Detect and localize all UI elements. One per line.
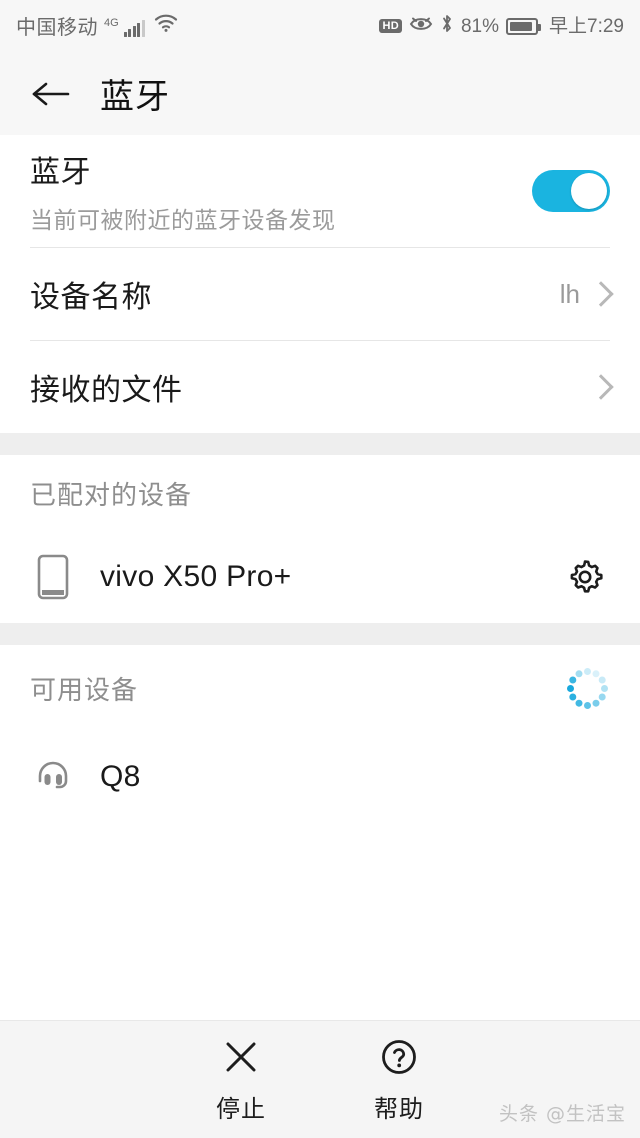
chevron-right-icon — [588, 374, 613, 399]
status-bar-right: HD 81% 早上7:29 — [379, 13, 624, 39]
gear-icon[interactable] — [560, 552, 610, 602]
paired-devices-title: 已配对的设备 — [30, 475, 610, 512]
battery-percent-label: 81% — [461, 17, 499, 36]
headset-icon — [30, 755, 76, 799]
signal-bars-icon — [124, 20, 145, 37]
page-title: 蓝牙 — [100, 69, 170, 118]
back-arrow-icon[interactable] — [30, 74, 70, 114]
paired-device-name: vivo X50 Pro+ — [100, 560, 536, 594]
bluetooth-toggle-row[interactable]: 蓝牙 当前可被附近的蓝牙设备发现 — [0, 135, 640, 247]
question-circle-icon — [378, 1035, 420, 1079]
stop-button[interactable]: 停止 — [216, 1035, 266, 1124]
clock-label: 早上7:29 — [549, 17, 624, 36]
received-files-label-wrap: 接收的文件 — [30, 365, 592, 409]
available-device-name: Q8 — [100, 760, 610, 794]
wifi-icon — [154, 14, 178, 37]
watermark-label: 头条 @生活宝 — [499, 1099, 626, 1126]
hd-badge-icon: HD — [379, 19, 402, 33]
eye-comfort-icon — [409, 15, 433, 38]
battery-icon — [506, 18, 538, 35]
loading-spinner-icon — [564, 665, 610, 711]
device-name-label: 设备名称 — [30, 272, 560, 316]
content-filler — [0, 823, 640, 1020]
paired-device-row[interactable]: vivo X50 Pro+ — [0, 531, 640, 623]
status-bar: 中国移动 4G HD — [0, 0, 640, 52]
bottom-action-bar: 停止 帮助 头条 @生活宝 — [0, 1020, 640, 1138]
available-device-row[interactable]: Q8 — [0, 731, 640, 823]
carrier-label: 中国移动 — [16, 18, 98, 38]
network-type-label: 4G — [104, 18, 119, 29]
section-gap — [0, 623, 640, 645]
phone-icon — [30, 553, 76, 601]
available-devices-title: 可用设备 — [30, 670, 564, 707]
toggle-knob — [571, 173, 607, 209]
help-button[interactable]: 帮助 — [374, 1035, 424, 1124]
settings-content: 蓝牙 当前可被附近的蓝牙设备发现 设备名称 lh 接收的文件 — [0, 135, 640, 1020]
device-name-value: lh — [560, 279, 580, 310]
section-gap — [0, 433, 640, 455]
available-devices-section-header: 可用设备 — [0, 645, 640, 731]
bluetooth-settings-screen: 中国移动 4G HD — [0, 0, 640, 1138]
close-x-icon — [220, 1035, 262, 1079]
bluetooth-toggle-text: 蓝牙 当前可被附近的蓝牙设备发现 — [30, 147, 532, 235]
received-files-row[interactable]: 接收的文件 — [0, 341, 640, 433]
device-name-label-wrap: 设备名称 — [30, 272, 560, 316]
help-button-label: 帮助 — [374, 1089, 424, 1124]
bluetooth-toggle-subtitle: 当前可被附近的蓝牙设备发现 — [30, 201, 532, 235]
title-bar: 蓝牙 — [0, 52, 640, 135]
device-name-row[interactable]: 设备名称 lh — [0, 248, 640, 340]
paired-devices-section-header: 已配对的设备 — [0, 455, 640, 531]
received-files-label: 接收的文件 — [30, 365, 592, 409]
stop-button-label: 停止 — [216, 1089, 266, 1124]
bluetooth-toggle-title: 蓝牙 — [30, 147, 532, 191]
status-bar-left: 中国移动 4G — [16, 15, 178, 38]
bluetooth-toggle-switch[interactable] — [532, 170, 610, 212]
chevron-right-icon — [588, 281, 613, 306]
bluetooth-icon — [440, 13, 454, 39]
